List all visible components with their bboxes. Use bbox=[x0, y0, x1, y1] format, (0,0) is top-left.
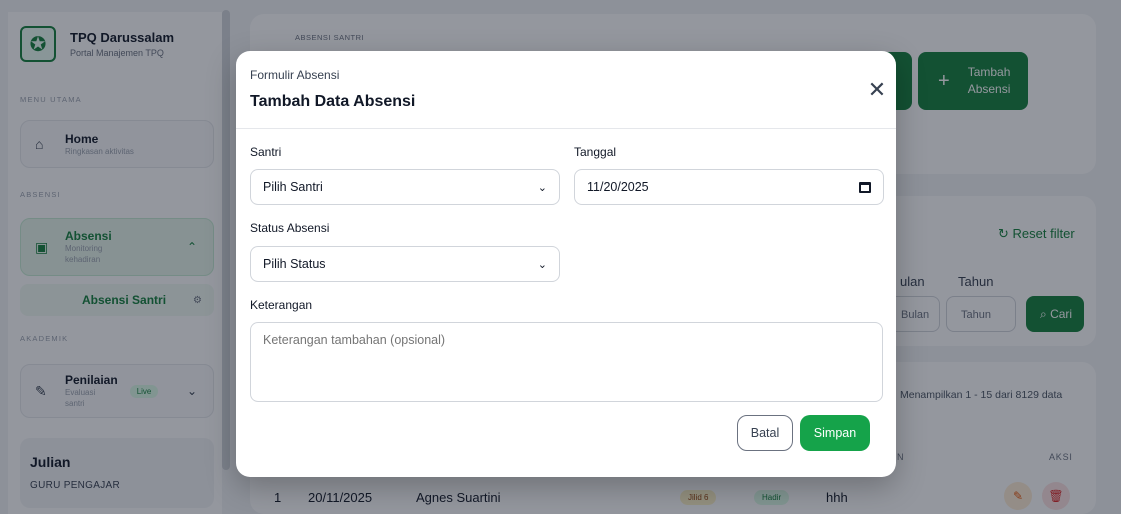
add-absensi-modal: Formulir Absensi Tambah Data Absensi ✕ S… bbox=[236, 51, 896, 477]
santri-label: Santri bbox=[250, 145, 282, 159]
modal-title: Tambah Data Absensi bbox=[250, 93, 416, 110]
cancel-button[interactable]: Batal bbox=[737, 415, 793, 451]
close-icon: ✕ bbox=[867, 77, 887, 102]
keterangan-textarea[interactable] bbox=[250, 322, 883, 402]
tanggal-input-value: 11/20/2025 bbox=[587, 180, 649, 194]
save-button[interactable]: Simpan bbox=[800, 415, 870, 451]
calendar-icon[interactable] bbox=[859, 181, 871, 193]
tanggal-input[interactable]: 11/20/2025 bbox=[574, 169, 884, 205]
santri-select[interactable]: Pilih Santri ⌄ bbox=[250, 169, 560, 205]
modal-overline: Formulir Absensi bbox=[250, 68, 340, 82]
close-button[interactable]: ✕ bbox=[864, 77, 890, 103]
status-select[interactable]: Pilih Status ⌄ bbox=[250, 246, 560, 282]
status-select-value: Pilih Status bbox=[263, 257, 326, 271]
tanggal-label: Tanggal bbox=[574, 145, 617, 159]
status-label: Status Absensi bbox=[250, 221, 330, 235]
chevron-down-icon: ⌄ bbox=[537, 258, 547, 271]
chevron-down-icon: ⌄ bbox=[537, 181, 547, 194]
modal-header: Formulir Absensi Tambah Data Absensi ✕ bbox=[236, 51, 896, 129]
santri-select-value: Pilih Santri bbox=[263, 180, 323, 194]
keterangan-label: Keterangan bbox=[250, 298, 313, 312]
